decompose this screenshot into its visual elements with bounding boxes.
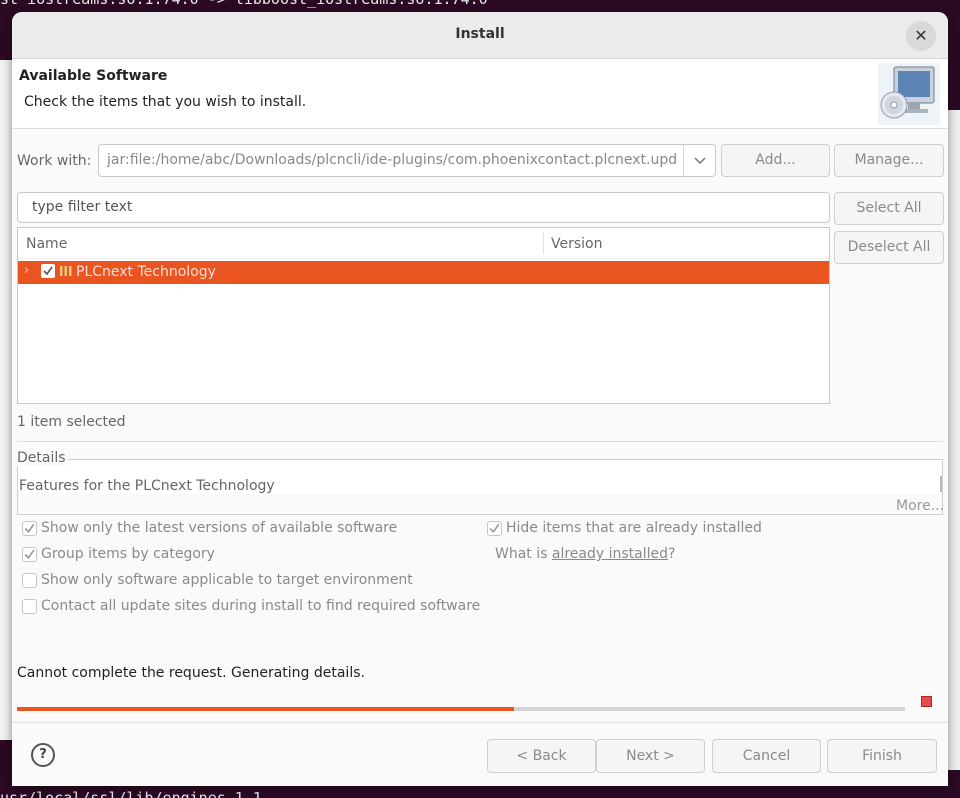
- page-title: Available Software: [19, 68, 168, 84]
- work-with-value: jar:file:/home/abc/Downloads/plcncli/ide…: [107, 152, 677, 168]
- group-by-category-checkbox[interactable]: [22, 547, 37, 562]
- column-name[interactable]: Name: [26, 236, 67, 252]
- column-separator: [543, 232, 544, 254]
- target-environment-label: Show only software applicable to target …: [41, 572, 413, 588]
- progress-bar: [17, 707, 905, 711]
- footer-separator: [12, 722, 948, 723]
- tree-row-label: PLCnext Technology: [76, 264, 216, 280]
- background-window-right: [948, 110, 960, 770]
- check-icon: [24, 523, 35, 534]
- feature-group-icon: [60, 266, 72, 276]
- check-icon: [24, 549, 35, 560]
- window-title: Install: [455, 26, 505, 42]
- manage-sites-button[interactable]: Manage...: [834, 144, 944, 177]
- contact-sites-label: Contact all update sites during install …: [41, 598, 481, 614]
- what-is-installed: What is already installed?: [495, 546, 675, 562]
- next-button[interactable]: Next >: [596, 739, 705, 773]
- selection-count: 1 item selected: [17, 414, 126, 430]
- what-is-suffix: ?: [668, 546, 676, 562]
- tree-header: Name Version: [18, 228, 829, 259]
- filter-placeholder: type filter text: [32, 199, 133, 215]
- details-scrollbar[interactable]: [940, 476, 942, 492]
- latest-versions-label: Show only the latest versions of availab…: [41, 520, 398, 536]
- hide-installed-checkbox[interactable]: [487, 521, 502, 536]
- stop-icon[interactable]: [921, 696, 932, 707]
- title-bar[interactable]: Install ✕: [12, 12, 948, 59]
- check-icon: [43, 266, 53, 276]
- software-tree[interactable]: Name Version › PLCnext Technology: [17, 227, 830, 404]
- details-panel: Features for the PLCnext Technology More…: [17, 459, 944, 515]
- details-text: Features for the PLCnext Technology: [19, 478, 275, 494]
- chevron-down-icon[interactable]: [693, 155, 707, 167]
- details-text-area[interactable]: Features for the PLCnext Technology: [18, 460, 942, 494]
- select-all-button[interactable]: Select All: [834, 192, 944, 225]
- background-terminal-top: st iostreams.so.1.74.0 -> libboost_iostr…: [0, 0, 960, 10]
- group-by-category-label: Group items by category: [41, 546, 215, 562]
- filter-input[interactable]: type filter text: [17, 192, 830, 223]
- close-icon: ✕: [914, 26, 928, 45]
- background-terminal-bottom: usr/local/ssl/lib/engines-1.1: [0, 789, 262, 798]
- hide-installed-label: Hide items that are already installed: [506, 520, 762, 536]
- background-window-left: [0, 60, 12, 740]
- status-message: Cannot complete the request. Generating …: [17, 665, 365, 681]
- deselect-all-button[interactable]: Deselect All: [834, 231, 944, 264]
- work-with-label: Work with:: [17, 153, 92, 169]
- row-checkbox[interactable]: [41, 264, 55, 278]
- details-label: Details: [17, 450, 68, 466]
- check-icon: [489, 523, 500, 534]
- close-button[interactable]: ✕: [906, 21, 936, 51]
- tree-row[interactable]: › PLCnext Technology: [18, 261, 829, 284]
- back-button[interactable]: < Back: [487, 739, 596, 773]
- wizard-header: Available Software Check the items that …: [12, 59, 948, 129]
- work-with-combo[interactable]: jar:file:/home/abc/Downloads/plcncli/ide…: [98, 144, 716, 177]
- contact-sites-checkbox[interactable]: [22, 599, 37, 614]
- finish-button[interactable]: Finish: [827, 739, 937, 773]
- more-link[interactable]: More...: [896, 498, 944, 514]
- section-separator: [17, 441, 943, 442]
- column-version[interactable]: Version: [551, 236, 602, 252]
- cd-monitor-icon: [878, 63, 940, 125]
- latest-versions-checkbox[interactable]: [22, 521, 37, 536]
- add-site-button[interactable]: Add...: [721, 144, 830, 177]
- already-installed-link[interactable]: already installed: [552, 546, 668, 562]
- install-dialog: Install ✕ Available Software Check the i…: [12, 12, 948, 786]
- expand-chevron-icon[interactable]: ›: [24, 263, 29, 278]
- what-is-prefix: What is: [495, 546, 552, 562]
- help-icon[interactable]: ?: [31, 743, 55, 767]
- page-description: Check the items that you wish to install…: [24, 94, 307, 110]
- target-environment-checkbox[interactable]: [22, 573, 37, 588]
- progress-fill: [17, 707, 515, 711]
- combo-divider: [683, 145, 684, 176]
- cancel-button[interactable]: Cancel: [712, 739, 821, 773]
